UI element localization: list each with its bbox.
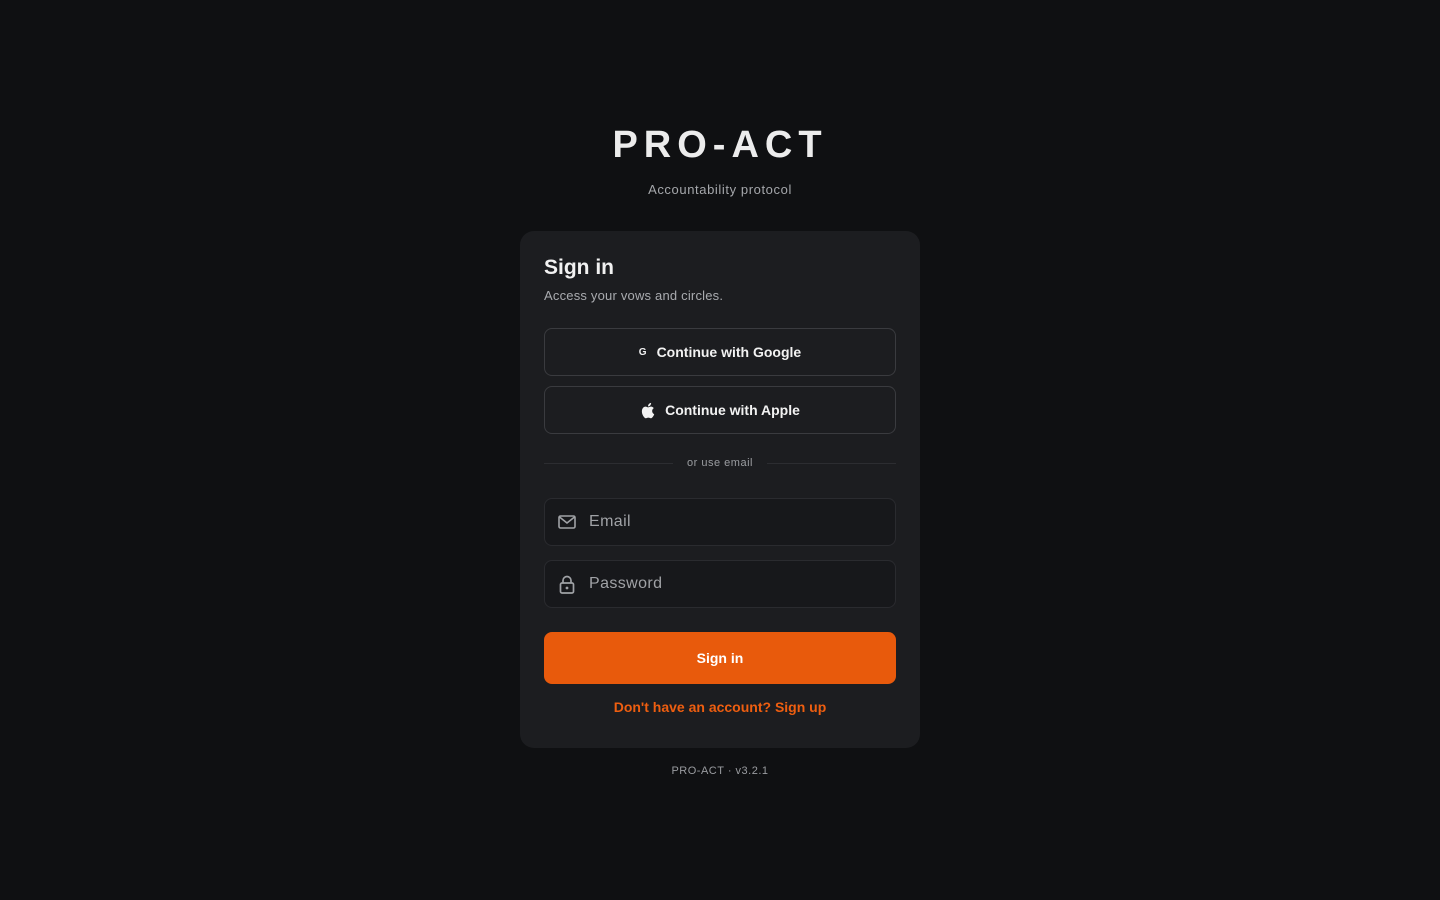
card-subtitle: Access your vows and circles. <box>544 288 724 303</box>
google-button-label: Continue with Google <box>656 344 802 360</box>
sign-in-button[interactable]: Sign in <box>544 632 896 684</box>
apple-icon <box>640 402 655 419</box>
brand-tagline: Accountability protocol <box>648 182 792 197</box>
version-footer: PRO-ACT · v3.2.1 <box>671 765 769 777</box>
divider-label: or use email <box>687 457 753 469</box>
divider-line-left <box>544 462 674 464</box>
mail-icon <box>545 515 589 529</box>
lock-icon <box>545 575 589 594</box>
continue-with-google-button[interactable]: G Continue with Google <box>544 328 896 376</box>
sign-up-link[interactable]: Don't have an account? Sign up <box>520 699 920 715</box>
email-field-container <box>544 498 896 546</box>
divider-line-right <box>766 462 897 464</box>
continue-with-apple-button[interactable]: Continue with Apple <box>544 386 896 434</box>
password-field-container <box>544 560 896 608</box>
brand-logo-title: PRO-ACT <box>612 124 828 166</box>
email-input[interactable] <box>589 499 895 545</box>
apple-button-label: Continue with Apple <box>665 402 800 418</box>
brand-header: PRO-ACT Accountability protocol <box>0 122 1440 197</box>
password-input[interactable] <box>589 561 895 607</box>
google-icon: G <box>638 346 647 358</box>
email-divider: or use email <box>544 457 897 469</box>
card-title: Sign in <box>544 256 614 279</box>
sign-in-card: Sign in Access your vows and circles. G … <box>520 231 920 748</box>
